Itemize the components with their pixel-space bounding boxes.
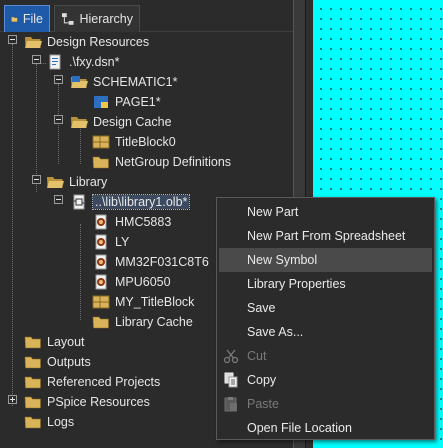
folder-icon	[24, 416, 41, 429]
tree-item-part-mm32[interactable]: MM32F031C8T6	[92, 252, 209, 272]
tree-item-design-resources[interactable]: Design Resources	[24, 32, 149, 52]
tree-item-label: HMC5883	[115, 215, 172, 229]
menu-item-new-part[interactable]: New Part	[219, 200, 432, 224]
menu-item-save-as[interactable]: Save As...	[219, 320, 432, 344]
menu-item-library-properties[interactable]: Library Properties	[219, 272, 432, 296]
tree-item-part-hmc5883[interactable]: HMC5883	[92, 212, 171, 232]
tab-file[interactable]: File	[4, 5, 50, 32]
menu-item-label: Cut	[247, 349, 267, 363]
tree-item-label: Layout	[47, 335, 85, 349]
menu-item-label: Library Properties	[247, 277, 346, 291]
tree-item-label: MPU6050	[115, 275, 171, 289]
tree-item-page[interactable]: PAGE1*	[92, 92, 161, 112]
expand-toggle-pspice[interactable]	[8, 395, 17, 404]
tree-item-library[interactable]: Library	[46, 172, 107, 192]
tree-item-library-cache[interactable]: Library Cache	[92, 312, 193, 332]
expand-toggle-design-cache[interactable]	[54, 115, 63, 124]
tree-item-referenced-projects[interactable]: Referenced Projects	[24, 372, 160, 392]
tree-item-label: MM32F031C8T6	[115, 255, 209, 269]
tree-item-outputs[interactable]: Outputs	[24, 352, 91, 372]
tree-item-part-mpu6050[interactable]: MPU6050	[92, 272, 171, 292]
tab-file-label: File	[22, 12, 43, 26]
menu-item-label: Open File Location	[247, 421, 352, 435]
tree-item-design-cache[interactable]: Design Cache	[70, 112, 172, 132]
tree-item-logs[interactable]: Logs	[24, 412, 74, 432]
tree-item-label: Logs	[47, 415, 75, 429]
part-icon	[95, 234, 107, 250]
tree-item-layout[interactable]: Layout	[24, 332, 85, 352]
tree-item-netgroup[interactable]: NetGroup Definitions	[92, 152, 231, 172]
schematic-page-icon	[94, 96, 108, 108]
tree-item-library-olb[interactable]: ..\lib\library1.olb*	[70, 192, 191, 212]
tree-item-label: NetGroup Definitions	[115, 155, 232, 169]
tree-item-label: SCHEMATIC1*	[93, 75, 178, 89]
panel-tab-bar: File Hierarchy	[0, 0, 293, 32]
menu-item-save[interactable]: Save	[219, 296, 432, 320]
menu-item-label: Copy	[247, 373, 277, 387]
open-folder-icon	[71, 117, 88, 128]
folder-icon	[24, 396, 41, 409]
folder-icon	[24, 356, 41, 369]
tree-item-label: MY_TitleBlock	[115, 295, 195, 309]
tree-item-label: TitleBlock0	[115, 135, 176, 149]
tree-item-label: Library Cache	[115, 315, 193, 329]
tree-item-label: Referenced Projects	[47, 375, 161, 389]
folder-icon	[11, 16, 18, 22]
tree-item-dsn[interactable]: .\fxy.dsn*	[46, 52, 119, 72]
tree-item-label: Library	[69, 175, 108, 189]
tree-item-label: PSpice Resources	[47, 395, 150, 409]
open-folder-icon	[25, 37, 42, 48]
tab-hierarchy[interactable]: Hierarchy	[54, 5, 140, 32]
expand-toggle-olb[interactable]	[54, 195, 63, 204]
tree-item-label: .\fxy.dsn*	[69, 55, 120, 69]
design-file-icon	[49, 54, 61, 70]
tree-item-my-titleblock[interactable]: MY_TitleBlock	[92, 292, 194, 312]
tree-item-titleblock0[interactable]: TitleBlock0	[92, 132, 176, 152]
menu-item-label: Paste	[247, 397, 279, 411]
tree-item-label: Design Resources	[47, 35, 150, 49]
part-icon	[95, 214, 107, 230]
tree-item-label: Design Cache	[93, 115, 172, 129]
context-menu: New Part New Part From Spreadsheet New S…	[216, 197, 435, 440]
part-icon	[95, 274, 107, 290]
folder-icon	[24, 376, 41, 389]
tree-item-label: LY	[115, 235, 130, 249]
menu-item-copy[interactable]: Copy	[219, 368, 432, 392]
open-folder-icon	[47, 177, 64, 188]
menu-item-label: Save As...	[247, 325, 304, 339]
menu-item-new-symbol[interactable]: New Symbol	[219, 248, 432, 272]
menu-item-cut[interactable]: Cut	[219, 344, 432, 368]
tab-hierarchy-label: Hierarchy	[79, 12, 134, 26]
menu-item-label: New Symbol	[247, 253, 318, 267]
menu-item-paste[interactable]: Paste	[219, 392, 432, 416]
menu-item-label: Save	[247, 301, 276, 315]
tree-item-label: ..\lib\library1.olb*	[91, 194, 191, 210]
folder-icon	[24, 336, 41, 349]
menu-item-new-part-from-spreadsheet[interactable]: New Part From Spreadsheet	[219, 224, 432, 248]
tree-item-part-ly[interactable]: LY	[92, 232, 129, 252]
menu-item-open-file-location[interactable]: Open File Location	[219, 416, 432, 440]
expand-toggle-dsn[interactable]	[32, 55, 41, 64]
expand-toggle-library[interactable]	[32, 175, 41, 184]
menu-item-label: New Part From Spreadsheet	[247, 229, 406, 243]
titleblock-icon	[92, 295, 110, 309]
tree-item-pspice-resources[interactable]: PSpice Resources	[24, 392, 150, 412]
schematic-folder-icon	[71, 76, 88, 88]
tree-item-schematic[interactable]: SCHEMATIC1*	[70, 72, 178, 92]
expand-toggle-schematic[interactable]	[54, 75, 63, 84]
part-icon	[95, 254, 107, 270]
library-file-icon	[73, 194, 85, 210]
copy-icon	[224, 372, 238, 388]
hierarchy-icon	[61, 13, 74, 25]
scissors-icon	[223, 349, 239, 364]
clipboard-icon	[224, 397, 237, 412]
expand-toggle-design-resources[interactable]	[8, 35, 17, 44]
menu-item-label: New Part	[247, 205, 299, 219]
folder-icon	[92, 316, 109, 329]
tree-item-label: PAGE1*	[115, 95, 161, 109]
titleblock-icon	[92, 135, 110, 149]
tree-item-label: Outputs	[47, 355, 91, 369]
folder-icon	[92, 156, 109, 169]
